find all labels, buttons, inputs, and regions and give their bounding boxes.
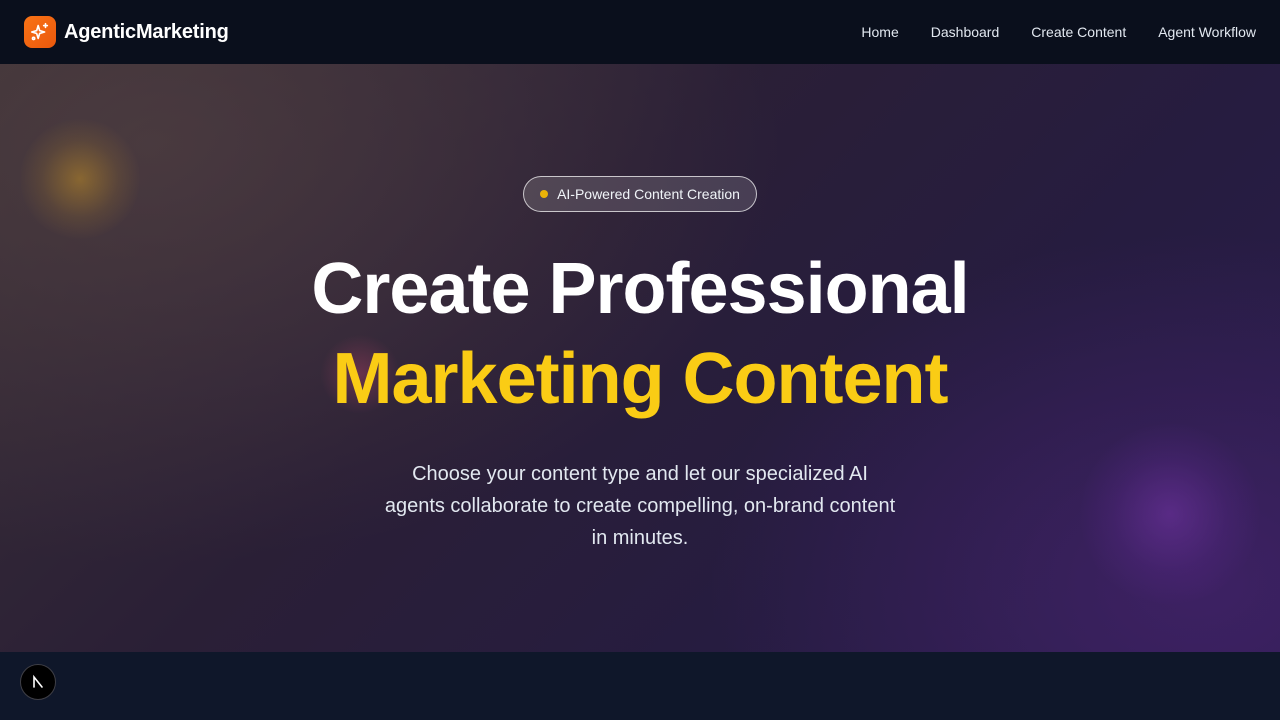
nav-links: Home Dashboard Create Content Agent Work… — [861, 24, 1256, 40]
feature-badge: AI-Powered Content Creation — [523, 176, 757, 212]
top-navbar: AgenticMarketing Home Dashboard Create C… — [0, 0, 1280, 64]
headline-line-2: Marketing Content — [332, 339, 948, 419]
feature-badge-label: AI-Powered Content Creation — [557, 186, 740, 202]
nav-link-create-content[interactable]: Create Content — [1031, 24, 1126, 40]
hero-subtitle: Choose your content type and let our spe… — [384, 463, 896, 549]
headline-line-1: Create Professional — [311, 249, 969, 329]
brand-name: AgenticMarketing — [64, 20, 229, 43]
sparkles-icon — [24, 16, 56, 48]
hero-content: AI-Powered Content Creation Create Profe… — [0, 176, 1280, 554]
status-dot-icon — [540, 190, 549, 198]
nav-link-agent-workflow[interactable]: Agent Workflow — [1158, 24, 1256, 40]
nav-link-home[interactable]: Home — [861, 24, 898, 40]
lower-section — [0, 652, 1280, 720]
brand-logo-link[interactable]: AgenticMarketing — [24, 16, 229, 48]
nextjs-logo-icon[interactable] — [20, 664, 56, 700]
nav-link-dashboard[interactable]: Dashboard — [931, 24, 1000, 40]
hero-headline: Create Professional Marketing Content — [311, 244, 969, 424]
hero-section: AI-Powered Content Creation Create Profe… — [0, 64, 1280, 652]
